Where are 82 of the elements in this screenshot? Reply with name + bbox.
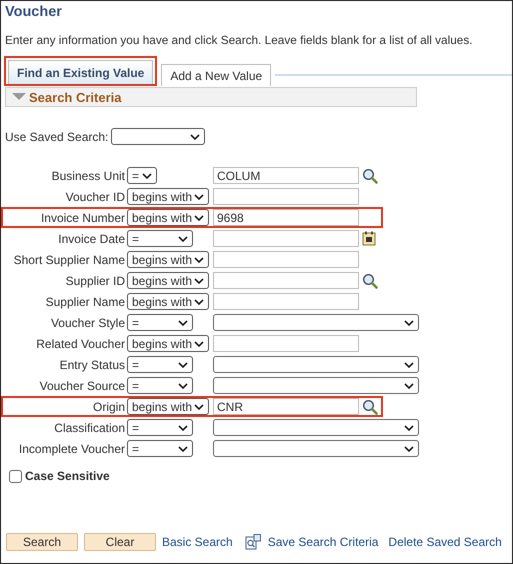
field-label: Origin <box>92 400 126 414</box>
field-label: Supplier Name <box>44 294 126 308</box>
value-dropdown[interactable] <box>213 419 419 436</box>
tab[interactable]: Add a New Value <box>161 64 272 86</box>
operator-dropdown[interactable]: begins with <box>127 398 209 415</box>
instructions-text: Enter any information you have and click Search. Leave fields blank for a list of all values. <box>4 32 474 47</box>
chevron-icon <box>178 382 188 388</box>
search-icon[interactable] <box>362 168 378 184</box>
chevron-icon <box>194 404 204 410</box>
checkbox-label: Case Sensitive <box>25 469 110 483</box>
operator-dropdown[interactable]: = <box>127 440 193 457</box>
value-dropdown[interactable] <box>213 377 419 394</box>
field-label: Incomplete Voucher <box>18 442 126 456</box>
input-field[interactable] <box>213 293 359 310</box>
input-field[interactable] <box>213 230 359 247</box>
operator-dropdown[interactable]: begins with <box>127 293 209 310</box>
checkbox[interactable] <box>9 470 22 482</box>
chevron-icon <box>194 278 204 284</box>
chevron-icon <box>178 446 188 452</box>
input-field[interactable] <box>213 251 359 268</box>
operator-dropdown[interactable]: = <box>127 314 193 331</box>
chevron-icon <box>194 340 204 346</box>
operator-dropdown[interactable]: begins with <box>127 188 209 205</box>
operator-dropdown[interactable]: begins with <box>127 251 209 268</box>
page-title: Voucher <box>4 3 63 20</box>
field-label: Related Voucher <box>35 336 126 350</box>
search-icon[interactable] <box>362 272 378 288</box>
operator-dropdown[interactable]: = <box>127 356 193 373</box>
section-title: Search Criteria <box>29 90 122 104</box>
chevron-icon <box>178 236 188 242</box>
calendar-icon[interactable] <box>362 231 376 246</box>
field-label: Invoice Date <box>57 232 126 246</box>
search-icon[interactable] <box>362 398 378 414</box>
chevron-icon <box>194 256 204 262</box>
input-field[interactable]: CNR <box>213 398 359 415</box>
field-label: Short Supplier Name <box>12 252 126 266</box>
input-field[interactable]: COLUM <box>213 167 359 184</box>
value-dropdown[interactable] <box>213 356 419 373</box>
field-label: Voucher Style <box>50 316 126 330</box>
chevron-icon <box>404 320 414 326</box>
operator-dropdown[interactable]: = <box>127 230 193 247</box>
field-label: Voucher ID <box>64 190 126 204</box>
action-button[interactable]: Search <box>6 533 78 551</box>
link[interactable]: Save Search Criteria <box>268 535 378 549</box>
field-label: Business Unit <box>50 168 126 182</box>
section-header[interactable]: Search Criteria <box>5 87 417 107</box>
saved-search-dropdown[interactable] <box>111 128 206 145</box>
field-label: Voucher Source <box>38 378 126 392</box>
chevron-icon <box>178 320 188 326</box>
save-search-icon[interactable] <box>244 534 261 550</box>
field-label: Supplier ID <box>64 274 126 288</box>
chevron-icon <box>178 362 188 368</box>
chevron-icon <box>404 424 414 430</box>
field-label: Use Saved Search: <box>5 130 108 144</box>
input-field[interactable] <box>213 335 359 352</box>
action-button[interactable]: Clear <box>84 533 156 551</box>
value-dropdown[interactable] <box>213 440 419 457</box>
field-label: Classification <box>53 420 126 434</box>
chevron-icon <box>194 214 204 220</box>
operator-dropdown[interactable]: = <box>127 377 193 394</box>
operator-dropdown[interactable]: = <box>127 167 157 184</box>
link[interactable]: Basic Search <box>162 535 233 549</box>
chevron-icon <box>194 298 204 304</box>
operator-dropdown[interactable]: = <box>127 419 193 436</box>
operator-dropdown[interactable]: begins with <box>127 272 209 289</box>
chevron-icon <box>404 382 414 388</box>
value-dropdown[interactable] <box>213 314 419 331</box>
chevron-icon <box>194 194 204 200</box>
chevron-icon <box>404 446 414 452</box>
field-label: Entry Status <box>58 358 126 372</box>
input-field[interactable] <box>213 188 359 205</box>
operator-dropdown[interactable]: begins with <box>127 209 209 226</box>
chevron-icon <box>178 424 188 430</box>
input-field[interactable]: 9698 <box>213 209 359 226</box>
tab[interactable]: Find an Existing Value <box>8 60 154 84</box>
link[interactable]: Delete Saved Search <box>388 535 502 549</box>
chevron-icon <box>142 172 152 178</box>
chevron-icon <box>404 362 414 368</box>
input-field[interactable] <box>213 272 359 289</box>
field-label: Invoice Number <box>40 210 126 224</box>
operator-dropdown[interactable]: begins with <box>127 335 209 352</box>
chevron-icon <box>190 134 200 140</box>
